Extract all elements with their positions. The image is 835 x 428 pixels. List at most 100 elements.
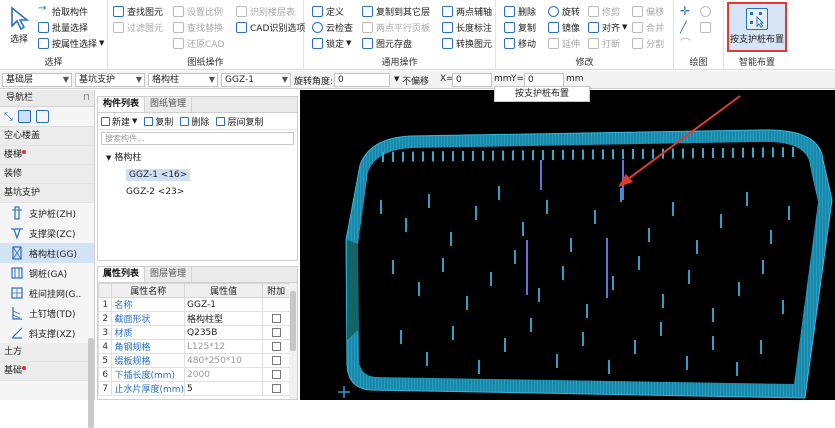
nav-item-steel-pile[interactable]: 钢桩(GA) [0, 263, 94, 283]
lock-button[interactable]: 锁定 ▼ [312, 35, 351, 51]
extend-button[interactable]: 延伸 [548, 35, 580, 51]
scroll-thumb[interactable] [290, 291, 296, 351]
split-button[interactable]: 分割 [632, 35, 664, 51]
add-checkbox[interactable] [271, 341, 281, 351]
layer-copy-button[interactable]: 层间复制 [216, 115, 263, 128]
draw-point-button[interactable]: ✛ [680, 3, 690, 19]
move-button[interactable]: 移动 [504, 35, 536, 51]
drawing-canvas[interactable] [300, 90, 835, 400]
cad-identify-options-button[interactable]: CAD识别选项 [236, 19, 305, 35]
lattice-column [392, 260, 394, 274]
trim-button[interactable]: 修剪 [588, 3, 620, 19]
draw-circle-button[interactable] [700, 3, 714, 19]
restore-cad-button[interactable]: 还原CAD [173, 35, 224, 51]
add-checkbox[interactable] [271, 313, 281, 323]
nav-cat-hollow-floor[interactable]: 空心楼盖 [0, 127, 94, 146]
table-row[interactable]: 3 材质 Q235B [97, 325, 290, 340]
nav-cat-decoration[interactable]: 装修 [0, 165, 94, 184]
merge-button[interactable]: 合并 [632, 19, 664, 35]
tree-node-ggz-1[interactable]: GGZ-1 <16> [98, 167, 297, 184]
copy-to-other-layer-button[interactable]: 复制到其它层 [362, 3, 430, 19]
drawing-group: 查找图元 过滤图元 设置比例 查找替换 还原CAD 识别楼层表 CAD识别选项 … [108, 0, 305, 70]
nav-cat-earthwork[interactable]: 土方 [0, 343, 94, 362]
find-element-button[interactable]: 查找图元 [113, 3, 163, 19]
lattice-column-highlight [606, 238, 608, 298]
two-point-parallel-button[interactable]: 两点平行页板 [362, 19, 430, 35]
draw-arc-button[interactable]: ⌒ [680, 35, 691, 51]
add-checkbox[interactable] [271, 383, 281, 393]
break-button[interactable]: 打断 [588, 35, 620, 51]
filter-element-button[interactable]: 过滤图元 [113, 19, 163, 35]
layout-by-support-pile-button[interactable]: 按支护桩布置 [727, 2, 787, 52]
tab-layer-management[interactable]: 图层管理 [145, 267, 193, 282]
nav-cat-pit-support[interactable]: 基坑支护 [0, 184, 94, 203]
tab-property-list[interactable]: 属性列表 [98, 267, 146, 282]
cloud-check-button[interactable]: 云检查 [312, 19, 353, 35]
property-scrollbar[interactable] [289, 283, 297, 399]
settings-icon[interactable]: ⤡ [4, 110, 13, 124]
nav-item-diagonal-brace[interactable]: 斜支撑(XZ) [0, 323, 94, 343]
category-select[interactable]: 基坑支护 ▼ [75, 73, 145, 87]
table-row[interactable]: 7 止水片厚度(mm) 5 [97, 381, 290, 396]
offset-button[interactable]: 偏移 [632, 3, 664, 19]
identify-floor-table-button[interactable]: 识别楼层表 [236, 3, 295, 19]
component-search-input[interactable]: 搜索构件... [101, 132, 294, 145]
type-select[interactable]: 格构柱 ▼ [148, 73, 218, 87]
draw-line-button[interactable]: ╱ [680, 19, 687, 35]
tab-drawing-management[interactable]: 图纸管理 [145, 97, 193, 112]
chevron-down-icon: ▼ [394, 75, 400, 83]
convert-element-button[interactable]: 转换图元 [442, 35, 492, 51]
copy-button[interactable]: 复制 [504, 19, 536, 35]
define-button[interactable]: 定义 [312, 3, 344, 19]
rotate-angle-input[interactable]: 0 [334, 73, 390, 87]
nav-item-pile-mesh[interactable]: 桩间挂网(G.. [0, 283, 94, 303]
align-button[interactable]: 对齐 ▼ [588, 19, 627, 35]
select-button[interactable]: 选择 [4, 4, 34, 54]
component-name-select[interactable]: GGZ-1 ▼ [221, 73, 291, 87]
draw-rect-button[interactable] [700, 19, 714, 35]
nav-item-lattice-column[interactable]: 格构柱(GG) [0, 243, 94, 263]
steel-pile-icon [11, 267, 23, 279]
copy-component-button[interactable]: 复制 [144, 115, 173, 128]
two-point-axis-button[interactable]: 两点辅轴 [442, 3, 492, 19]
add-checkbox[interactable] [271, 355, 281, 365]
support-pile [672, 148, 674, 159]
nav-item-support-pile[interactable]: 支护桩(ZH) [0, 203, 94, 223]
new-component-button[interactable]: 新建 ▼ [101, 115, 137, 128]
element-save-button[interactable]: 图元存盘 [362, 35, 412, 51]
x-offset-input[interactable]: 0 [452, 73, 492, 87]
model-view [338, 95, 833, 399]
detail-view-icon[interactable] [35, 110, 49, 123]
y-offset-input[interactable]: 0 [524, 73, 564, 87]
nav-item-support-beam[interactable]: 支撑梁(ZC) [0, 223, 94, 243]
tree-node-ggz-2[interactable]: GGZ-2 <23> [98, 184, 297, 201]
table-row[interactable]: 4 角钢规格 L125*12 [97, 339, 290, 354]
select-by-attribute-button[interactable]: 按属性选择 ▼ [38, 35, 104, 51]
list-view-icon[interactable] [17, 110, 31, 123]
pick-component-button[interactable]: 拾取构件 [38, 3, 88, 19]
tab-component-list[interactable]: 构件列表 [98, 97, 146, 112]
support-pile [742, 147, 744, 158]
mirror-button[interactable]: 镜像 [548, 19, 580, 35]
offset-select[interactable]: 不偏移 [402, 74, 429, 87]
table-row[interactable]: 5 缀板规格 480*250*10 [97, 353, 290, 368]
nav-cat-foundation[interactable]: 基础 [0, 362, 94, 381]
batch-select-button[interactable]: 批量选择 [38, 19, 88, 35]
tree-node-lattice-column[interactable]: ▼ 格构柱 [98, 150, 297, 167]
rotate-button[interactable]: 旋转 [548, 3, 580, 19]
floor-select[interactable]: 基础层 ▼ [2, 73, 72, 87]
find-replace-button[interactable]: 查找替换 [173, 19, 223, 35]
delete-button[interactable]: 删除 [504, 3, 536, 19]
nav-cat-stairs[interactable]: 楼梯 [0, 146, 94, 165]
table-row[interactable]: 1 名称 GGZ-1 [97, 297, 290, 312]
pin-icon[interactable]: ⊓ [83, 90, 90, 107]
table-row[interactable]: 6 下插长度(mm) 2000 [97, 367, 290, 382]
add-checkbox[interactable] [271, 327, 281, 337]
table-row[interactable]: 2 截面形状 格构柱型 [97, 311, 290, 326]
delete-component-button[interactable]: 删除 [180, 115, 209, 128]
length-dimension-button[interactable]: 长度标注 [442, 19, 492, 35]
nav-item-soil-nail-wall[interactable]: 土钉墙(TD) [0, 303, 94, 323]
nav-scrollbar[interactable] [88, 338, 94, 428]
add-checkbox[interactable] [271, 369, 281, 379]
set-scale-button[interactable]: 设置比例 [173, 3, 223, 19]
